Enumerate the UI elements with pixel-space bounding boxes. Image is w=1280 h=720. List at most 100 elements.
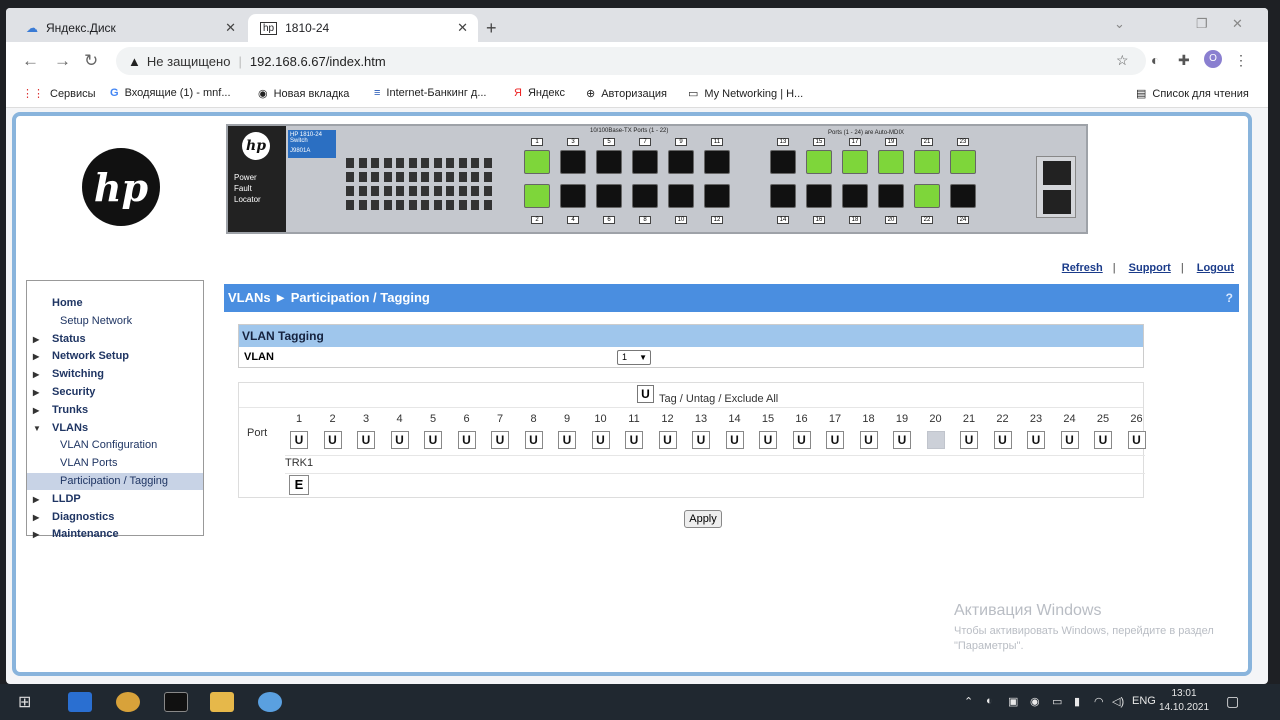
avatar[interactable]: О bbox=[1204, 50, 1222, 68]
support-link[interactable]: Support bbox=[1129, 262, 1171, 274]
port-tag-button[interactable]: U bbox=[792, 431, 811, 449]
port-led bbox=[421, 158, 429, 168]
close-icon[interactable]: ✕ bbox=[225, 20, 236, 36]
apply-button[interactable]: Apply bbox=[684, 510, 722, 528]
bookmark-label: Сервисы bbox=[50, 88, 96, 100]
sidebar-item-label: Home bbox=[52, 297, 83, 309]
sidebar-item[interactable]: ▶ Switching bbox=[27, 366, 203, 383]
vlan-select[interactable]: 1 ▼ bbox=[617, 350, 651, 365]
close-icon[interactable]: ✕ bbox=[457, 20, 468, 36]
port-led bbox=[371, 186, 379, 196]
sidebar-item[interactable]: ▼ VLANs bbox=[27, 420, 203, 437]
port-tag-button[interactable]: U bbox=[591, 431, 610, 449]
bookmark-gmail[interactable]: G Входящие (1) - mnf... bbox=[110, 87, 231, 99]
bookmark-yandex[interactable]: Я Яндекс bbox=[514, 87, 565, 99]
port-tag-button[interactable]: U bbox=[323, 431, 342, 449]
bookmark-apps[interactable]: ⋮⋮ Сервисы bbox=[22, 87, 96, 100]
sidebar-item[interactable]: Home bbox=[27, 295, 203, 312]
menu-icon[interactable]: ⋮ bbox=[1234, 52, 1248, 69]
port-tag-button[interactable]: U bbox=[357, 431, 375, 449]
back-icon[interactable]: ← bbox=[22, 51, 39, 71]
port-tag-button[interactable]: U bbox=[1027, 431, 1045, 449]
port-tag-button[interactable]: U bbox=[993, 431, 1012, 449]
port-tag-button[interactable]: U bbox=[424, 431, 442, 449]
port-tag-button[interactable]: U bbox=[558, 431, 576, 449]
sidebar-item[interactable]: ▶ Status bbox=[27, 331, 203, 348]
port-tag-button[interactable]: U bbox=[960, 431, 978, 449]
port-tag-button[interactable]: U bbox=[625, 431, 643, 449]
close-window-icon[interactable]: ✕ bbox=[1232, 16, 1243, 32]
port-tag-button[interactable]: U bbox=[524, 431, 543, 449]
tab-switch[interactable]: hp 1810-24 ✕ bbox=[248, 14, 478, 42]
sidebar-item[interactable]: ▶ Network Setup bbox=[27, 348, 203, 365]
port-tag-button[interactable]: U bbox=[290, 431, 308, 449]
reading-list[interactable]: ▤ Список для чтения bbox=[1136, 87, 1249, 100]
extension-icon[interactable]: ◐ bbox=[1151, 52, 1159, 68]
tray-app-icon[interactable]: ◐ bbox=[986, 695, 993, 707]
terminal-icon[interactable] bbox=[164, 692, 188, 712]
forward-icon[interactable]: → bbox=[54, 51, 71, 71]
app-icon[interactable] bbox=[258, 692, 282, 712]
language-indicator[interactable]: ENG bbox=[1132, 695, 1156, 707]
bookmark-auth[interactable]: ⊕ Авторизация bbox=[586, 87, 667, 100]
trunk-tag-button[interactable]: E bbox=[289, 475, 309, 495]
port-number: 12 bbox=[661, 413, 674, 425]
bookmark-newtab[interactable]: ◉ Новая вкладка bbox=[258, 87, 349, 100]
chevron-down-icon[interactable]: ⌄ bbox=[1114, 16, 1125, 32]
tray-app-icon[interactable]: ◉ bbox=[1030, 695, 1040, 708]
port-number: 7 bbox=[496, 413, 504, 425]
windows-start-icon[interactable]: ⊞ bbox=[18, 692, 42, 712]
switch-port bbox=[632, 184, 658, 208]
bookmark-bank[interactable]: ≡ Internet-Банкинг д... bbox=[374, 87, 487, 99]
port-tag-button[interactable]: U bbox=[692, 431, 710, 449]
battery-icon[interactable]: ▮ bbox=[1074, 695, 1080, 708]
chevron-up-icon[interactable]: ⌃ bbox=[964, 695, 973, 708]
port-tag-button[interactable]: U bbox=[759, 431, 777, 449]
tab-yandex-disk[interactable]: ☁ Яндекс.Диск ✕ bbox=[14, 14, 246, 42]
help-icon[interactable]: ? bbox=[1226, 284, 1233, 312]
switch-port-number: 13 bbox=[777, 138, 789, 146]
port-tag-button[interactable]: U bbox=[1060, 431, 1079, 449]
sidebar-item[interactable]: Setup Network bbox=[27, 313, 203, 330]
tray-app-icon[interactable]: ▣ bbox=[1008, 695, 1018, 708]
port-tag-button[interactable]: U bbox=[1127, 431, 1146, 449]
sidebar-item[interactable]: ▶ Diagnostics bbox=[27, 509, 203, 526]
port-tag-button[interactable]: U bbox=[826, 431, 844, 449]
port-tag-button[interactable]: U bbox=[893, 431, 911, 449]
sidebar-item[interactable]: VLAN Configuration bbox=[27, 437, 203, 454]
port-tag-button[interactable]: U bbox=[725, 431, 744, 449]
sidebar-item[interactable]: ▶ Maintenance bbox=[27, 526, 203, 543]
port-tag-button[interactable]: U bbox=[390, 431, 409, 449]
port-tag-button[interactable]: U bbox=[457, 431, 476, 449]
port-tag-button[interactable]: U bbox=[491, 431, 509, 449]
bookmark-networking[interactable]: ▭ My Networking | H... bbox=[688, 87, 803, 100]
sidebar-item[interactable]: Participation / Tagging bbox=[27, 473, 203, 490]
new-tab-icon[interactable]: + bbox=[486, 18, 497, 39]
port-tag-button[interactable]: U bbox=[1094, 431, 1112, 449]
reload-icon[interactable]: ↻ bbox=[84, 51, 98, 71]
tag-all-button[interactable]: U bbox=[637, 385, 654, 403]
address-bar[interactable]: ▲ Не защищено | 192.168.6.67/index.htm bbox=[116, 47, 1146, 75]
star-icon[interactable]: ☆ bbox=[1116, 52, 1129, 69]
sidebar-item[interactable]: ▶ Security bbox=[27, 384, 203, 401]
port-tag-button[interactable]: U bbox=[658, 431, 677, 449]
chrome-icon[interactable] bbox=[116, 692, 140, 712]
notification-icon[interactable]: ▢ bbox=[1226, 693, 1239, 710]
sidebar-item[interactable]: ▶ Trunks bbox=[27, 402, 203, 419]
folder-icon[interactable] bbox=[210, 692, 234, 712]
wifi-icon[interactable]: ◠ bbox=[1094, 695, 1104, 708]
ie-icon[interactable] bbox=[68, 692, 92, 712]
sidebar-item[interactable]: VLAN Ports bbox=[27, 455, 203, 472]
puzzle-icon[interactable]: ✚ bbox=[1178, 52, 1190, 69]
logout-link[interactable]: Logout bbox=[1197, 262, 1234, 274]
restore-icon[interactable]: ❐ bbox=[1196, 16, 1208, 32]
port-tag-button[interactable] bbox=[926, 431, 945, 449]
port-tag-button[interactable]: U bbox=[859, 431, 878, 449]
refresh-link[interactable]: Refresh bbox=[1062, 262, 1103, 274]
volume-icon[interactable]: ◁) bbox=[1112, 695, 1124, 708]
tray-app-icon[interactable]: ▭ bbox=[1052, 695, 1062, 708]
bookmark-label: Яндекс bbox=[527, 87, 565, 99]
sidebar-item[interactable]: ▶ LLDP bbox=[27, 491, 203, 508]
clock[interactable]: 13:01 14.10.2021 bbox=[1156, 687, 1212, 715]
port-led bbox=[446, 172, 454, 182]
